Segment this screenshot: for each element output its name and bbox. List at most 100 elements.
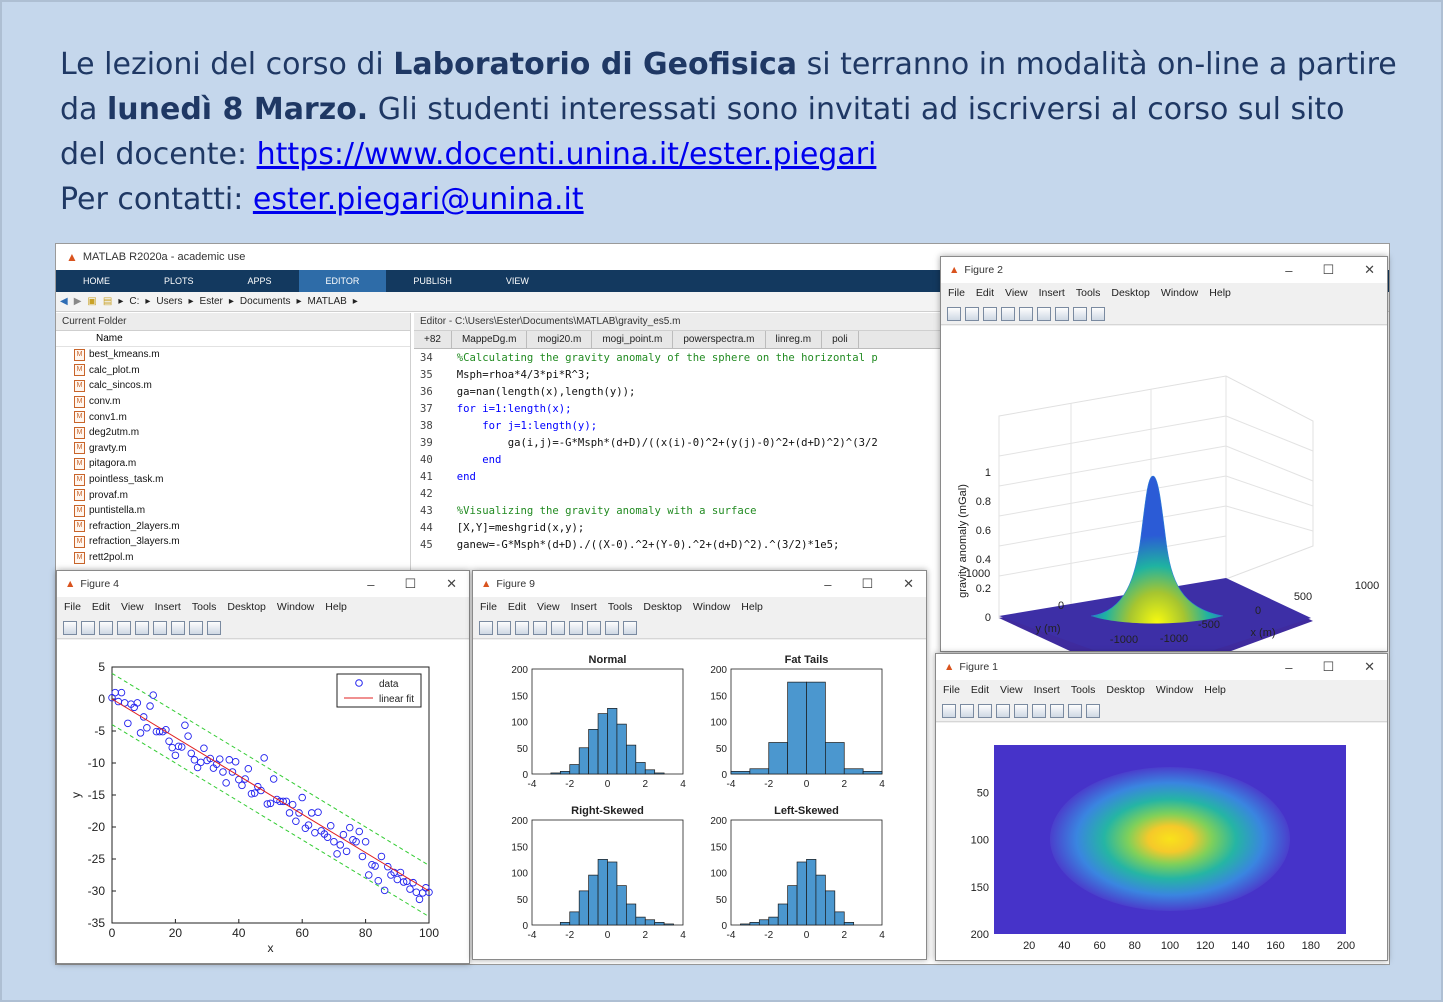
legend-icon[interactable] [171,620,185,635]
close-icon[interactable]: ✕ [1364,262,1375,278]
file-item[interactable]: Mcalc_plot.m [56,363,410,379]
editor-tab[interactable]: MappeDg.m [452,331,528,348]
menu-edit[interactable]: Edit [508,601,526,613]
menu-file[interactable]: File [948,287,965,299]
minimize-icon[interactable]: – [1285,660,1292,675]
menu-view[interactable]: View [1005,287,1028,299]
minimize-icon[interactable]: – [824,577,831,592]
save-icon[interactable] [983,306,997,321]
menu-insert[interactable]: Insert [1034,684,1060,696]
menu-view[interactable]: View [537,601,560,613]
colorbar-icon[interactable] [1032,703,1046,718]
minimize-icon[interactable]: – [367,577,374,592]
code-area[interactable]: 34 %Calculating the gravity anomaly of t… [414,349,944,553]
menu-file[interactable]: File [480,601,497,613]
close-icon[interactable]: ✕ [446,576,457,592]
close-icon[interactable]: ✕ [1364,659,1375,675]
legend-icon[interactable] [1050,703,1064,718]
print-icon[interactable] [533,620,547,635]
maximize-icon[interactable]: ☐ [1322,262,1334,278]
new-figure-icon[interactable] [942,703,956,718]
docente-link[interactable]: https://www.docenti.unina.it/ester.piega… [257,137,877,172]
menu-window[interactable]: Window [693,601,730,613]
email-link[interactable]: ester.piegari@unina.it [253,182,584,217]
colorbar-icon[interactable] [1037,306,1051,321]
tab-apps[interactable]: APPS [221,270,299,292]
new-figure-icon[interactable] [947,306,961,321]
file-item[interactable]: Mcalc_sincos.m [56,378,410,394]
save-icon[interactable] [99,620,113,635]
file-item[interactable]: Mdeg2utm.m [56,425,410,441]
path-matlab[interactable]: MATLAB [308,296,347,307]
menu-view[interactable]: View [121,601,144,613]
editor-tab[interactable]: mogi20.m [527,331,593,348]
menu-file[interactable]: File [64,601,81,613]
file-item[interactable]: Mpointless_task.m [56,472,410,488]
tab-home[interactable]: HOME [56,270,137,292]
menu-window[interactable]: Window [1161,287,1198,299]
menu-tools[interactable]: Tools [192,601,217,613]
property-icon[interactable] [1091,306,1105,321]
maximize-icon[interactable]: ☐ [861,576,873,592]
file-item[interactable]: Mgravty.m [56,441,410,457]
print-icon[interactable] [117,620,131,635]
menu-help[interactable]: Help [741,601,763,613]
menu-tools[interactable]: Tools [1076,287,1101,299]
menu-desktop[interactable]: Desktop [227,601,266,613]
file-item[interactable]: Mrett2pol.m [56,550,410,566]
new-figure-icon[interactable] [479,620,493,635]
open-icon[interactable] [81,620,95,635]
pointer-icon[interactable] [1068,703,1082,718]
browse-folder-icon[interactable]: ▤ [103,296,112,307]
link-icon[interactable] [1014,703,1028,718]
print-icon[interactable] [1001,306,1015,321]
legend-icon[interactable] [1055,306,1069,321]
maximize-icon[interactable]: ☐ [404,576,416,592]
property-icon[interactable] [623,620,637,635]
path-drive[interactable]: C: [129,296,139,307]
tab-plots[interactable]: PLOTS [137,270,221,292]
tab-publish[interactable]: PUBLISH [386,270,479,292]
menu-insert[interactable]: Insert [1039,287,1065,299]
editor-tab[interactable]: +82 [414,331,452,348]
file-item[interactable]: Mconv1.m [56,409,410,425]
colorbar-icon[interactable] [569,620,583,635]
menu-help[interactable]: Help [1204,684,1226,696]
name-column-header[interactable]: Name [56,331,410,347]
menu-tools[interactable]: Tools [1071,684,1096,696]
path-documents[interactable]: Documents [240,296,291,307]
file-item[interactable]: Mrefraction_2layers.m [56,519,410,535]
tab-view[interactable]: VIEW [479,270,556,292]
property-icon[interactable] [1086,703,1100,718]
file-item[interactable]: Mpuntistella.m [56,503,410,519]
file-item[interactable]: Mrefraction_3layers.m [56,534,410,550]
menu-edit[interactable]: Edit [976,287,994,299]
menu-edit[interactable]: Edit [971,684,989,696]
editor-tab[interactable]: powerspectra.m [673,331,766,348]
legend-icon[interactable] [587,620,601,635]
link-icon[interactable] [135,620,149,635]
open-icon[interactable] [497,620,511,635]
colorbar-icon[interactable] [153,620,167,635]
back-arrow-icon[interactable]: ◀ [60,296,68,307]
link-icon[interactable] [1019,306,1033,321]
menu-desktop[interactable]: Desktop [1111,287,1150,299]
editor-tab[interactable]: linreg.m [766,331,823,348]
menu-window[interactable]: Window [277,601,314,613]
folder-up-icon[interactable]: ▣ [87,296,96,307]
pointer-icon[interactable] [189,620,203,635]
file-item[interactable]: Mconv.m [56,394,410,410]
path-ester[interactable]: Ester [200,296,223,307]
menu-insert[interactable]: Insert [571,601,597,613]
menu-insert[interactable]: Insert [155,601,181,613]
link-icon[interactable] [551,620,565,635]
menu-view[interactable]: View [1000,684,1023,696]
save-icon[interactable] [978,703,992,718]
new-figure-icon[interactable] [63,620,77,635]
menu-edit[interactable]: Edit [92,601,110,613]
file-item[interactable]: Mpitagora.m [56,456,410,472]
maximize-icon[interactable]: ☐ [1322,659,1334,675]
print-icon[interactable] [996,703,1010,718]
menu-desktop[interactable]: Desktop [643,601,682,613]
file-item[interactable]: Mbest_kmeans.m [56,347,410,363]
